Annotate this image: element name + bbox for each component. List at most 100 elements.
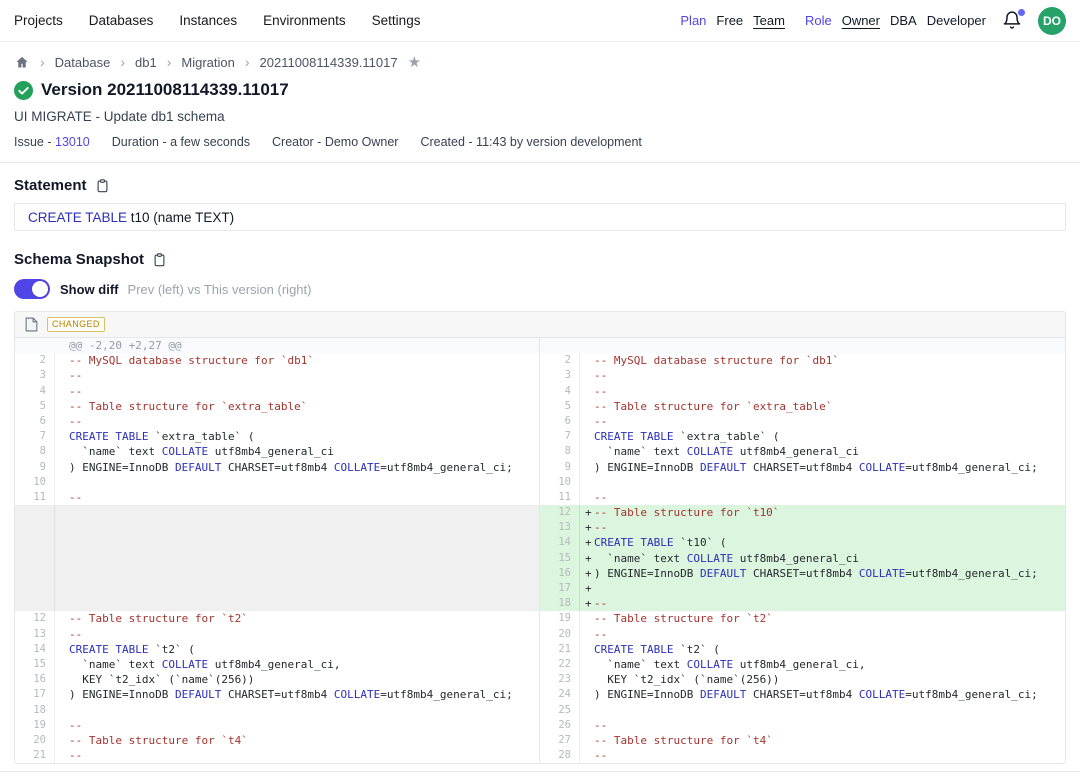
diff-prefix: [55, 687, 69, 702]
plan-team-option[interactable]: Team: [753, 13, 785, 28]
role-option-dba[interactable]: DBA: [890, 13, 917, 28]
code-text: -- Table structure for `t2`: [69, 611, 248, 626]
line-number: 20: [540, 627, 580, 642]
role-option-developer[interactable]: Developer: [927, 13, 986, 28]
version-header: Version 20211008114339.11017: [0, 80, 1080, 100]
line-number: 25: [540, 703, 580, 718]
code-text: CREATE TABLE `t2` (: [69, 642, 195, 657]
line-number: 24: [540, 687, 580, 702]
nav-item-instances[interactable]: Instances: [179, 13, 237, 28]
breadcrumb-item[interactable]: Migration: [181, 55, 234, 70]
meta-row: Issue - 13010 Duration - a few seconds C…: [0, 135, 1080, 149]
code-text: --: [594, 414, 607, 429]
snapshot-heading-row: Schema Snapshot: [0, 251, 1080, 268]
diff-prefix: [580, 444, 594, 459]
line-number: 7: [15, 429, 55, 444]
code-text: CREATE TABLE `t2` (: [594, 642, 720, 657]
diff-line: 2-- MySQL database structure for `db1`: [540, 353, 1065, 368]
issue-link[interactable]: 13010: [55, 135, 90, 149]
show-diff-label: Show diff: [60, 282, 119, 297]
star-icon[interactable]: ★: [408, 55, 421, 70]
code-text: -- MySQL database structure for `db1`: [594, 353, 839, 368]
line-number: 7: [540, 429, 580, 444]
line-number: [15, 505, 55, 520]
role-option-owner[interactable]: Owner: [842, 13, 880, 28]
bottom-divider: [0, 771, 1080, 772]
code-text: ) ENGINE=InnoDB DEFAULT CHARSET=utf8mb4 …: [594, 687, 1038, 702]
diff-line: 20-- Table structure for `t4`: [15, 733, 539, 748]
nav-item-environments[interactable]: Environments: [263, 13, 346, 28]
code-text: -- Table structure for `t4`: [69, 733, 248, 748]
plan-free-option[interactable]: Free: [716, 13, 743, 28]
diff-prefix: +: [580, 581, 594, 596]
copy-snapshot-button[interactable]: [152, 252, 167, 268]
nav-item-databases[interactable]: Databases: [89, 13, 154, 28]
line-number: 11: [540, 490, 580, 505]
line-number: 28: [540, 748, 580, 763]
show-diff-toggle[interactable]: [14, 279, 50, 299]
line-number: 11: [15, 490, 55, 505]
code-text: CREATE TABLE `t10` (: [594, 535, 726, 550]
diff-line: 6--: [15, 414, 539, 429]
line-number: 12: [540, 505, 580, 520]
diff-line: 8 `name` text COLLATE utf8mb4_general_ci: [540, 444, 1065, 459]
code-text: --: [594, 384, 607, 399]
line-number: 21: [540, 642, 580, 657]
duration-meta: Duration - a few seconds: [112, 135, 250, 149]
role-options: Owner DBA Developer: [842, 13, 986, 28]
code-text: --: [594, 748, 607, 763]
breadcrumb-item[interactable]: db1: [135, 55, 157, 70]
code-text: --: [594, 627, 607, 642]
copy-statement-button[interactable]: [95, 178, 110, 194]
diff-line: 12-- Table structure for `t2`: [15, 611, 539, 626]
code-text: -- MySQL database structure for `db1`: [69, 353, 314, 368]
code-text: ) ENGINE=InnoDB DEFAULT CHARSET=utf8mb4 …: [594, 460, 1038, 475]
avatar[interactable]: DO: [1038, 7, 1066, 35]
nav-item-projects[interactable]: Projects: [14, 13, 63, 28]
schema-diff-panel[interactable]: CHANGED @@ -2,20 +2,27 @@2-- MySQL datab…: [14, 311, 1066, 764]
diff-line: 5-- Table structure for `extra_table`: [540, 399, 1065, 414]
issue-meta: Issue - 13010: [14, 135, 90, 149]
diff-prefix: [55, 535, 69, 550]
diff-prefix: [55, 718, 69, 733]
diff-prefix: [55, 657, 69, 672]
line-number: 4: [540, 384, 580, 399]
nav-item-settings[interactable]: Settings: [372, 13, 421, 28]
diff-prefix: [55, 733, 69, 748]
chevron-right-icon: [167, 54, 172, 70]
diff-line-added: 12+-- Table structure for `t10`: [540, 505, 1065, 520]
code-text: --: [69, 414, 82, 429]
diff-prefix: [580, 703, 594, 718]
statement-sql[interactable]: CREATE TABLE t10 (name TEXT): [14, 203, 1066, 231]
diff-line-added: 15+ `name` text COLLATE utf8mb4_general_…: [540, 551, 1065, 566]
home-icon[interactable]: [14, 55, 30, 70]
breadcrumb-item[interactable]: Database: [55, 55, 111, 70]
diff-prefix: [580, 718, 594, 733]
diff-line: 10: [15, 475, 539, 490]
diff-line: 27-- Table structure for `t4`: [540, 733, 1065, 748]
statement-heading: Statement: [14, 177, 87, 194]
toggle-knob: [32, 281, 48, 297]
line-number: 3: [15, 368, 55, 383]
code-text: --: [594, 596, 607, 611]
line-number: 27: [540, 733, 580, 748]
diff-line: 15 `name` text COLLATE utf8mb4_general_c…: [15, 657, 539, 672]
line-number: [15, 535, 55, 550]
chevron-right-icon: [40, 54, 45, 70]
notification-bell-button[interactable]: [1002, 9, 1026, 33]
code-text: ) ENGINE=InnoDB DEFAULT CHARSET=utf8mb4 …: [69, 687, 513, 702]
diff-line: 6--: [540, 414, 1065, 429]
line-number: 9: [15, 460, 55, 475]
diff-line: 5-- Table structure for `extra_table`: [15, 399, 539, 414]
diff-line-filler: [15, 505, 539, 520]
line-number: 26: [540, 718, 580, 733]
line-number: 13: [15, 627, 55, 642]
diff-line: 2-- MySQL database structure for `db1`: [15, 353, 539, 368]
code-text: `name` text COLLATE utf8mb4_general_ci: [594, 444, 859, 459]
line-number: 22: [540, 657, 580, 672]
diff-line-added: 13+--: [540, 520, 1065, 535]
diff-line-filler: [15, 551, 539, 566]
diff-prefix: [55, 414, 69, 429]
diff-prefix: [580, 414, 594, 429]
code-text: --: [69, 368, 82, 383]
